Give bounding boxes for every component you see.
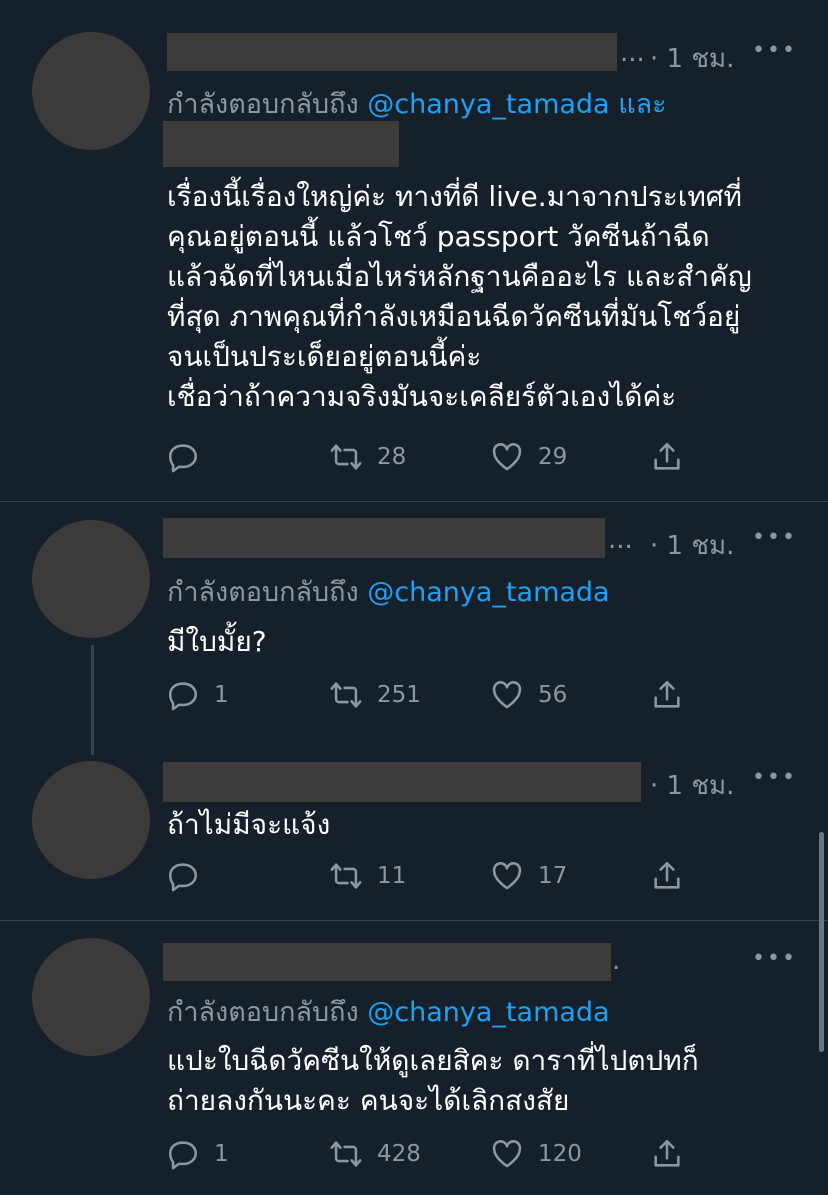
reply-icon	[168, 682, 198, 711]
retweet-icon	[330, 1141, 362, 1167]
ellipsis-text: ...	[608, 525, 633, 555]
reply-button[interactable]: 1	[166, 1137, 229, 1171]
retweet-count: 28	[377, 444, 407, 470]
redacted-username	[163, 943, 611, 981]
reply-button[interactable]	[166, 859, 214, 893]
replying-to: กำลังตอบกลับถึง @chanya_tamada	[167, 570, 610, 613]
avatar[interactable]	[32, 761, 150, 879]
scrollbar[interactable]	[819, 832, 824, 1052]
share-button[interactable]	[650, 678, 684, 712]
retweet-button[interactable]: 428	[329, 1137, 421, 1171]
retweet-icon	[330, 444, 362, 470]
retweet-button[interactable]: 11	[329, 859, 406, 893]
tweet-text: มีใบมั้ย?	[167, 625, 267, 658]
like-count: 120	[538, 1141, 582, 1167]
avatar[interactable]	[32, 520, 150, 638]
reply-icon	[168, 863, 198, 892]
reply-icon	[168, 1141, 198, 1170]
like-button[interactable]: 17	[490, 859, 567, 893]
reply-button[interactable]: 1	[166, 678, 229, 712]
replying-label: กำลังตอบกลับถึง	[167, 89, 359, 120]
retweet-count: 11	[377, 863, 407, 889]
share-icon	[654, 1139, 680, 1167]
more-options-icon[interactable]: •••	[752, 946, 797, 971]
replying-label: กำลังตอบกลับถึง	[167, 577, 359, 608]
tweet-text: ถ้าไม่มีจะแจ้ง	[167, 808, 331, 841]
share-button[interactable]	[650, 859, 684, 893]
tweet-text: แปะใบฉีดวัคซีนให้ดูเลยสิคะ ดาราที่ไปตปทก…	[167, 1044, 699, 1117]
more-options-icon[interactable]: •••	[752, 765, 797, 790]
more-options-icon[interactable]: •••	[752, 525, 797, 550]
tweet-text: เรื่องนี้เรื่องใหญ่ค่ะ ทางที่ดี live.มาจ…	[167, 180, 752, 413]
heart-icon	[492, 1140, 522, 1168]
heart-icon	[492, 443, 522, 471]
retweet-count: 251	[377, 682, 421, 708]
redacted-username	[163, 762, 641, 802]
like-count: 17	[538, 863, 568, 889]
retweet-icon	[330, 682, 362, 708]
reply-icon	[168, 444, 198, 473]
reply-count: 1	[214, 682, 229, 708]
share-icon	[654, 861, 680, 889]
replying-to: กำลังตอบกลับถึง @chanya_tamada	[167, 990, 610, 1033]
share-icon	[654, 442, 680, 470]
share-button[interactable]	[650, 440, 684, 474]
like-button[interactable]: 120	[490, 1137, 582, 1171]
and-others-link[interactable]: และ	[618, 89, 666, 120]
like-button[interactable]: 29	[490, 440, 567, 474]
divider	[0, 501, 828, 502]
redacted-username	[163, 518, 605, 558]
like-count: 56	[538, 682, 568, 708]
thread-line	[91, 645, 94, 755]
divider	[0, 920, 828, 921]
replying-to: กำลังตอบกลับถึง @chanya_tamada และ	[167, 82, 667, 125]
like-count: 29	[538, 444, 568, 470]
mention-link[interactable]: @chanya_tamada	[367, 89, 609, 120]
redacted-username	[167, 33, 617, 71]
avatar[interactable]	[32, 32, 150, 150]
mention-link[interactable]: @chanya_tamada	[367, 577, 609, 608]
share-button[interactable]	[650, 1137, 684, 1171]
heart-icon	[492, 862, 522, 890]
mention-link[interactable]: @chanya_tamada	[367, 997, 609, 1028]
tweet-time[interactable]: · 1 ชม.	[650, 765, 734, 806]
retweet-button[interactable]: 251	[329, 678, 421, 712]
ellipsis-text: ...	[620, 38, 645, 68]
like-button[interactable]: 56	[490, 678, 567, 712]
heart-icon	[492, 681, 522, 709]
more-options-icon[interactable]: •••	[752, 38, 797, 63]
share-icon	[654, 680, 680, 708]
tweet-time[interactable]: · 1 ชม.	[650, 38, 734, 79]
reply-count: 1	[214, 1141, 229, 1167]
tweet-time[interactable]: .	[612, 946, 620, 976]
tweet-time[interactable]: · 1 ชม.	[650, 525, 734, 566]
retweet-button[interactable]: 28	[329, 440, 406, 474]
retweet-icon	[330, 863, 362, 889]
avatar[interactable]	[32, 938, 150, 1056]
replying-label: กำลังตอบกลับถึง	[167, 997, 359, 1028]
redacted-mention	[163, 121, 399, 167]
reply-button[interactable]	[166, 440, 214, 474]
retweet-count: 428	[377, 1141, 421, 1167]
